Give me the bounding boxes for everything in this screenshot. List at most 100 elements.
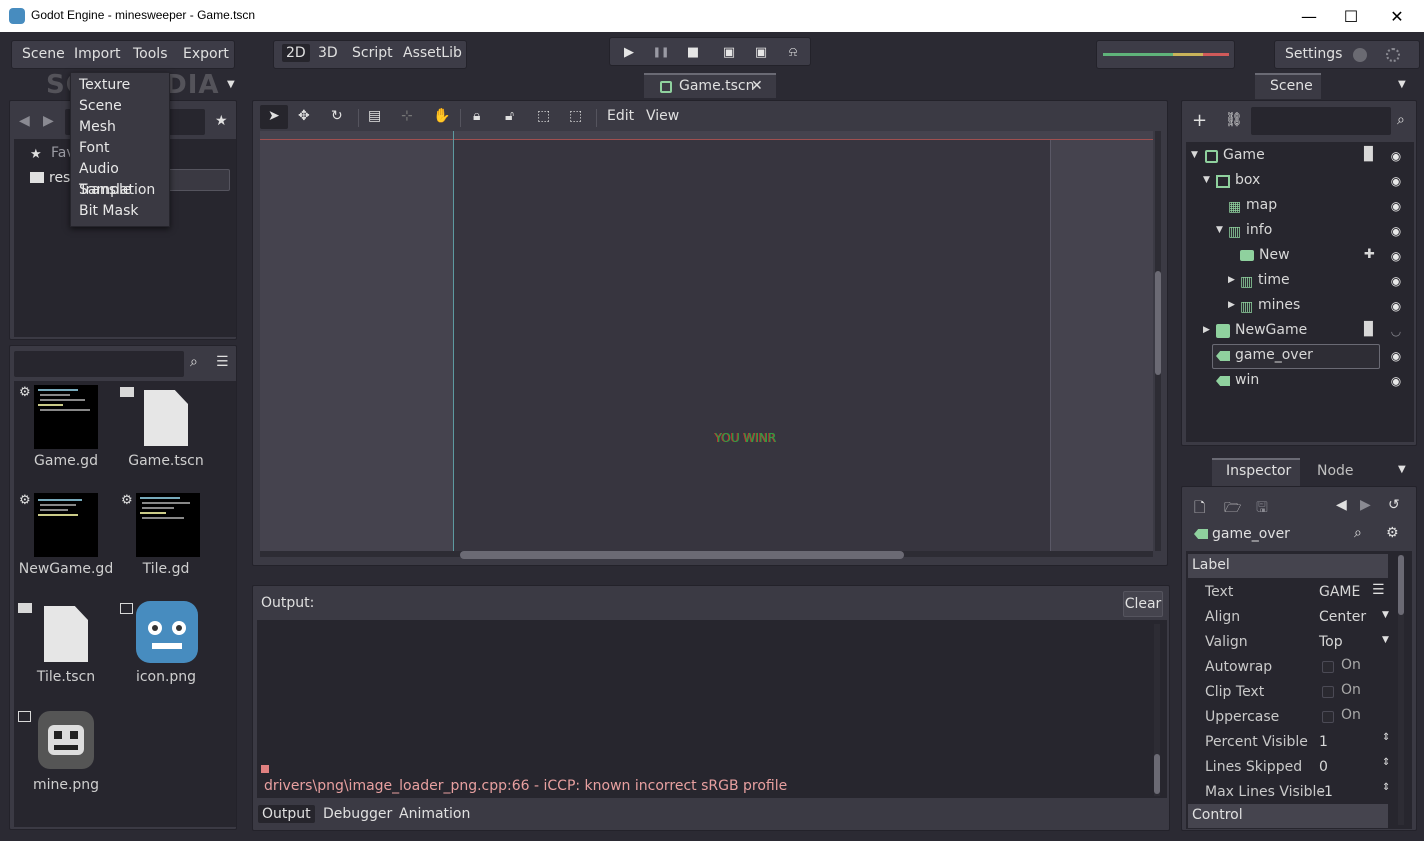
favorite-star-icon[interactable]: ★	[215, 113, 228, 129]
menu-item-scene[interactable]: Scene	[71, 96, 169, 117]
play-custom-scene-button[interactable]: ▣	[752, 43, 770, 61]
property-row[interactable]: Text GAME ☰	[1186, 579, 1396, 604]
visibility-eye-icon[interactable]: ◉	[1389, 199, 1403, 213]
tab-node[interactable]: Node	[1317, 463, 1354, 479]
import-arrow-icon[interactable]: ▼	[227, 79, 235, 90]
visibility-eye-icon[interactable]: ◉	[1389, 174, 1403, 188]
file-item[interactable]: ⚙ Tile.gd	[116, 489, 216, 593]
dropdown-arrow-icon[interactable]: ▼	[1382, 635, 1389, 645]
tree-row[interactable]: New ✚ ◉	[1186, 244, 1414, 269]
tree-row[interactable]: win ◉	[1186, 369, 1414, 394]
menu-item-audio-sample[interactable]: Audio Sample	[71, 159, 169, 198]
menu-tools[interactable]: Tools	[133, 46, 168, 62]
tab-inspector[interactable]: Inspector	[1212, 458, 1300, 486]
lock-icon[interactable]: 🔒︎	[473, 108, 480, 124]
file-item[interactable]: Game.tscn	[116, 381, 216, 485]
section-label[interactable]: Label	[1188, 554, 1388, 578]
clear-button[interactable]: Clear	[1123, 591, 1163, 617]
close-button[interactable]: ✕	[1374, 0, 1420, 32]
tree-row[interactable]: game_over ◉	[1186, 344, 1414, 369]
dock-menu-arrow-icon[interactable]: ▼	[1398, 79, 1406, 90]
tab-scene-dock[interactable]: Scene	[1255, 73, 1321, 99]
property-value[interactable]: Center	[1319, 609, 1366, 625]
menu-item-bit-mask[interactable]: Bit Mask	[71, 201, 169, 222]
search-icon[interactable]: ⌕	[1397, 112, 1405, 128]
node-filter-input[interactable]	[1251, 107, 1391, 135]
menu-import[interactable]: Import	[74, 46, 120, 62]
hidden-eye-icon[interactable]: ◡	[1389, 324, 1403, 338]
property-value[interactable]: -1	[1319, 784, 1333, 800]
move-tool-icon[interactable]: ✥	[298, 108, 310, 124]
back-arrow-icon[interactable]: ◀	[19, 113, 30, 129]
collapse-arrow-icon[interactable]: ▼	[1203, 175, 1210, 185]
mode-3d-button[interactable]: 3D	[318, 45, 338, 61]
property-value[interactable]: 1	[1319, 734, 1328, 750]
pause-button[interactable]: ❚❚	[652, 43, 670, 61]
menu-item-font[interactable]: Font	[71, 138, 169, 159]
visibility-eye-icon[interactable]: ◉	[1389, 249, 1403, 263]
file-item[interactable]: ⚙ Game.gd	[14, 381, 114, 485]
visibility-eye-icon[interactable]: ◉	[1389, 274, 1403, 288]
tab-output[interactable]: Output	[258, 805, 315, 823]
property-value[interactable]: Top	[1319, 634, 1343, 650]
collapse-arrow-icon[interactable]: ▼	[1216, 225, 1223, 235]
scene-tab[interactable]: Game.tscn ✕	[644, 73, 776, 98]
pan-hand-icon[interactable]: ✋	[433, 108, 450, 124]
group-icon[interactable]: ⬚	[537, 108, 550, 124]
search-icon[interactable]: ⌕	[190, 354, 198, 370]
visibility-eye-icon[interactable]: ◉	[1389, 224, 1403, 238]
checkbox[interactable]	[1322, 661, 1334, 673]
property-row[interactable]: Autowrap On	[1186, 654, 1396, 679]
stop-button[interactable]: ■	[684, 43, 702, 61]
list-select-icon[interactable]: ▤	[368, 108, 381, 124]
history-forward-icon[interactable]: ▶	[1360, 497, 1371, 513]
rotate-tool-icon[interactable]: ↻	[331, 108, 343, 124]
visibility-eye-icon[interactable]: ◉	[1389, 349, 1403, 363]
close-tab-icon[interactable]: ✕	[751, 78, 763, 94]
settings-button[interactable]: Settings	[1285, 46, 1342, 62]
visibility-eye-icon[interactable]: ◉	[1389, 299, 1403, 313]
list-view-icon[interactable]: ☰	[216, 354, 229, 370]
add-node-icon[interactable]: +	[1192, 110, 1207, 131]
property-row[interactable]: Lines Skipped 0 ⇕	[1186, 754, 1396, 779]
section-control[interactable]: Control	[1188, 804, 1388, 828]
multiline-edit-icon[interactable]: ☰	[1372, 582, 1385, 598]
script-icon[interactable]: ▉	[1364, 147, 1374, 162]
play-button[interactable]: ▶	[620, 43, 638, 61]
pivot-icon[interactable]: ⊹	[401, 108, 413, 124]
property-row[interactable]: Max Lines Visible -1 ⇕	[1186, 779, 1396, 804]
tree-row[interactable]: ▼ ▥ info ◉	[1186, 219, 1414, 244]
search-icon[interactable]: ⌕	[1354, 525, 1362, 541]
play-scene-button[interactable]: ▣	[720, 43, 738, 61]
spin-arrows-icon[interactable]: ⇕	[1382, 757, 1390, 768]
file-item[interactable]: Tile.tscn	[14, 597, 114, 701]
dropdown-arrow-icon[interactable]: ▼	[1382, 610, 1389, 620]
mode-assetlib-button[interactable]: AssetLib	[403, 45, 462, 61]
property-row[interactable]: Align Center ▼	[1186, 604, 1396, 629]
inspector-scrollbar[interactable]	[1398, 555, 1404, 615]
gear-icon[interactable]: ⚙	[1386, 525, 1399, 541]
tree-row[interactable]: ▶ ▥ mines ◉	[1186, 294, 1414, 319]
expand-arrow-icon[interactable]: ▶	[1203, 325, 1210, 335]
unlock-icon[interactable]: 🔓︎	[505, 108, 514, 124]
object-history-icon[interactable]: ↺	[1388, 497, 1400, 513]
minimize-button[interactable]: —	[1286, 0, 1332, 32]
visibility-eye-icon[interactable]: ◉	[1389, 149, 1403, 163]
inspector-menu-arrow-icon[interactable]: ▼	[1398, 464, 1406, 475]
tree-row[interactable]: ▶ NewGame ▉ ◡	[1186, 319, 1414, 344]
property-row[interactable]: Valign Top ▼	[1186, 629, 1396, 654]
link-icon[interactable]: ⛓	[1225, 112, 1243, 128]
tree-row[interactable]: ▦ map ◉	[1186, 194, 1414, 219]
debug-options-button[interactable]: ⍾	[784, 43, 802, 61]
tree-row[interactable]: ▶ ▥ time ◉	[1186, 269, 1414, 294]
history-back-icon[interactable]: ◀	[1336, 497, 1347, 513]
menu-item-texture[interactable]: Texture	[71, 75, 169, 96]
tree-row[interactable]: ▼ box ◉	[1186, 169, 1414, 194]
select-tool[interactable]: ➤	[260, 105, 288, 129]
file-item[interactable]: mine.png	[14, 705, 114, 809]
vertical-scrollbar[interactable]	[1155, 271, 1161, 375]
property-value[interactable]: 0	[1319, 759, 1328, 775]
tab-animation[interactable]: Animation	[399, 806, 470, 822]
expand-arrow-icon[interactable]: ▶	[1228, 275, 1235, 285]
spin-arrows-icon[interactable]: ⇕	[1382, 782, 1390, 793]
